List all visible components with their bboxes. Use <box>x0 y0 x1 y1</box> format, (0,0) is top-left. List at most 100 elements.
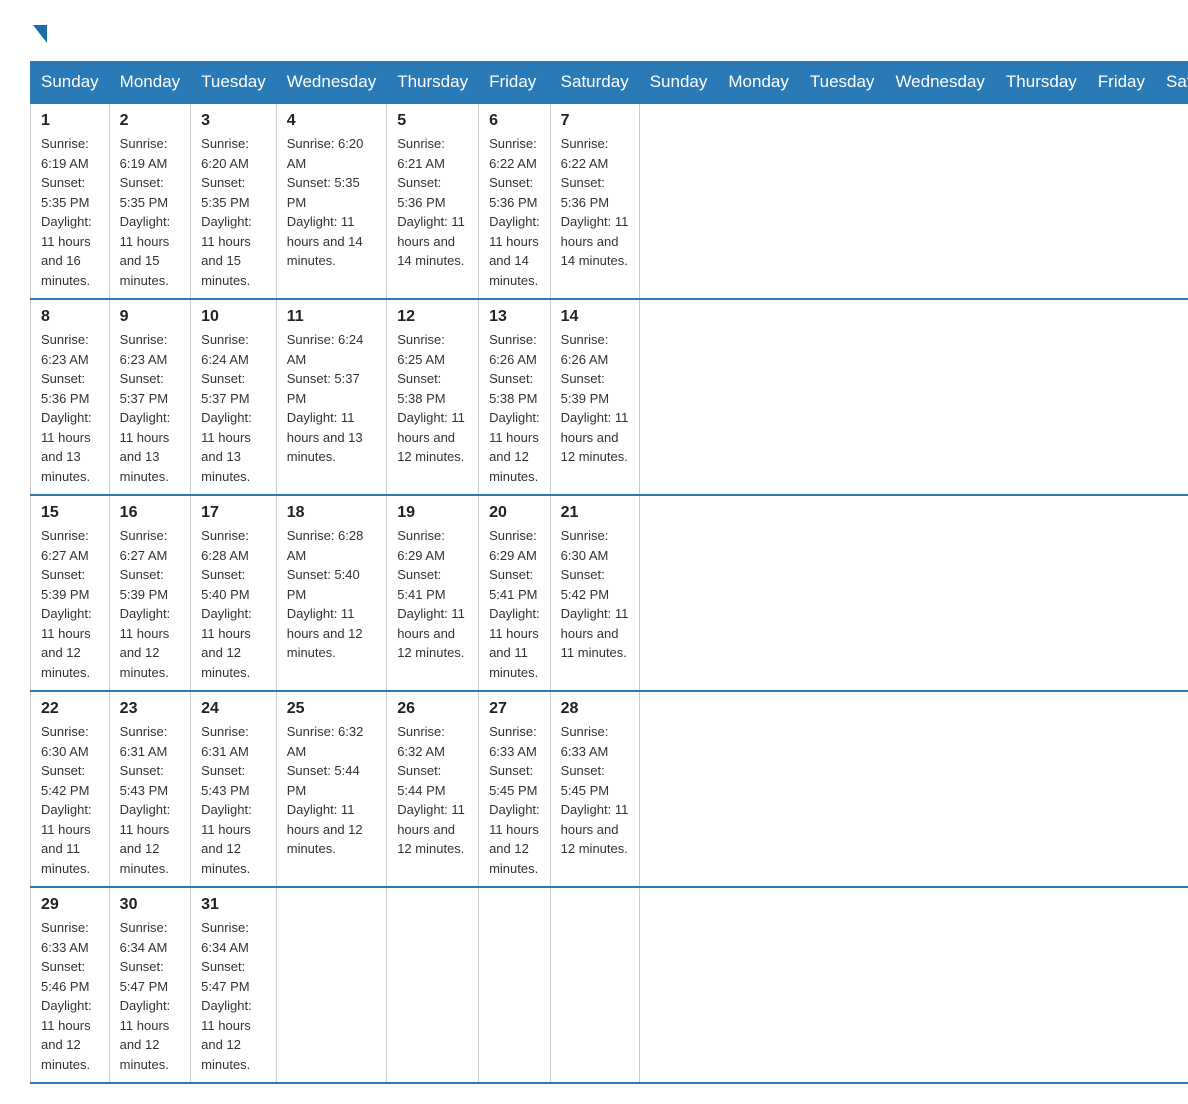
day-info: Sunrise: 6:30 AMSunset: 5:42 PMDaylight:… <box>561 526 629 663</box>
logo <box>30 20 47 43</box>
col-header-tuesday: Tuesday <box>799 62 885 104</box>
calendar-cell: 7Sunrise: 6:22 AMSunset: 5:36 PMDaylight… <box>550 103 639 299</box>
day-number: 27 <box>489 700 540 718</box>
day-info: Sunrise: 6:22 AMSunset: 5:36 PMDaylight:… <box>489 134 540 290</box>
col-header-tuesday: Tuesday <box>191 62 277 104</box>
col-header-monday: Monday <box>718 62 799 104</box>
calendar-cell: 4 Sunrise: 6:20 AMSunset: 5:35 PMDaylight… <box>276 103 386 299</box>
calendar-cell: 21 Sunrise: 6:30 AMSunset: 5:42 PMDayligh… <box>550 495 639 691</box>
calendar-cell: 26Sunrise: 6:32 AMSunset: 5:44 PMDayligh… <box>387 691 479 887</box>
day-info: Sunrise: 6:33 AMSunset: 5:45 PMDaylight:… <box>489 722 540 878</box>
calendar-cell: 19 Sunrise: 6:29 AMSunset: 5:41 PMDayligh… <box>387 495 479 691</box>
calendar-header-row: SundayMondayTuesdayWednesdayThursdayFrid… <box>31 62 1188 104</box>
calendar-cell: 10 Sunrise: 6:24 AMSunset: 5:37 PMDayligh… <box>191 299 277 495</box>
day-info: Sunrise: 6:23 AMSunset: 5:36 PMDaylight:… <box>41 330 99 486</box>
calendar-cell: 11 Sunrise: 6:24 AMSunset: 5:37 PMDayligh… <box>276 299 386 495</box>
day-info: Sunrise: 6:26 AMSunset: 5:39 PMDaylight:… <box>561 330 629 467</box>
col-header-friday: Friday <box>1087 62 1155 104</box>
day-number: 17 <box>201 504 266 522</box>
calendar-cell: 23 Sunrise: 6:31 AMSunset: 5:43 PMDayligh… <box>109 691 190 887</box>
day-number: 15 <box>41 504 99 522</box>
day-number: 30 <box>120 896 180 914</box>
calendar-table: SundayMondayTuesdayWednesdayThursdayFrid… <box>30 61 1188 1084</box>
day-number: 29 <box>41 896 99 914</box>
day-number: 10 <box>201 308 266 326</box>
calendar-cell: 13 Sunrise: 6:26 AMSunset: 5:38 PMDayligh… <box>479 299 551 495</box>
day-number: 6 <box>489 112 540 130</box>
calendar-cell: 6 Sunrise: 6:22 AMSunset: 5:36 PMDaylight… <box>479 103 551 299</box>
logo-arrow-icon <box>33 25 47 43</box>
calendar-cell: 20 Sunrise: 6:29 AMSunset: 5:41 PMDayligh… <box>479 495 551 691</box>
calendar-cell <box>479 887 551 1083</box>
calendar-week-row: 1Sunrise: 6:19 AMSunset: 5:35 PMDaylight… <box>31 103 1188 299</box>
day-info: Sunrise: 6:28 AMSunset: 5:40 PMDaylight:… <box>287 526 376 663</box>
day-info: Sunrise: 6:33 AMSunset: 5:45 PMDaylight:… <box>561 722 629 859</box>
day-info: Sunrise: 6:24 AMSunset: 5:37 PMDaylight:… <box>287 330 376 467</box>
day-info: Sunrise: 6:19 AMSunset: 5:35 PMDaylight:… <box>41 134 99 290</box>
day-info: Sunrise: 6:25 AMSunset: 5:38 PMDaylight:… <box>397 330 468 467</box>
day-number: 3 <box>201 112 266 130</box>
calendar-cell: 18 Sunrise: 6:28 AMSunset: 5:40 PMDayligh… <box>276 495 386 691</box>
calendar-week-row: 29 Sunrise: 6:33 AMSunset: 5:46 PMDayligh… <box>31 887 1188 1083</box>
page-header <box>30 20 1158 43</box>
col-header-wednesday: Wednesday <box>276 62 386 104</box>
day-info: Sunrise: 6:22 AMSunset: 5:36 PMDaylight:… <box>561 134 629 271</box>
day-info: Sunrise: 6:20 AMSunset: 5:35 PMDaylight:… <box>287 134 376 271</box>
col-header-thursday: Thursday <box>387 62 479 104</box>
col-header-friday: Friday <box>479 62 551 104</box>
day-number: 25 <box>287 700 376 718</box>
calendar-cell: 27 Sunrise: 6:33 AMSunset: 5:45 PMDayligh… <box>479 691 551 887</box>
day-info: Sunrise: 6:29 AMSunset: 5:41 PMDaylight:… <box>489 526 540 682</box>
day-info: Sunrise: 6:26 AMSunset: 5:38 PMDaylight:… <box>489 330 540 486</box>
day-info: Sunrise: 6:23 AMSunset: 5:37 PMDaylight:… <box>120 330 180 486</box>
calendar-cell: 16 Sunrise: 6:27 AMSunset: 5:39 PMDayligh… <box>109 495 190 691</box>
col-header-saturday: Saturday <box>550 62 639 104</box>
day-number: 2 <box>120 112 180 130</box>
day-number: 20 <box>489 504 540 522</box>
day-info: Sunrise: 6:31 AMSunset: 5:43 PMDaylight:… <box>120 722 180 878</box>
col-header-sunday: Sunday <box>31 62 110 104</box>
calendar-week-row: 8Sunrise: 6:23 AMSunset: 5:36 PMDaylight… <box>31 299 1188 495</box>
calendar-cell: 24Sunrise: 6:31 AMSunset: 5:43 PMDayligh… <box>191 691 277 887</box>
day-info: Sunrise: 6:34 AMSunset: 5:47 PMDaylight:… <box>201 918 266 1074</box>
day-info: Sunrise: 6:27 AMSunset: 5:39 PMDaylight:… <box>120 526 180 682</box>
day-number: 9 <box>120 308 180 326</box>
col-header-sunday: Sunday <box>639 62 718 104</box>
day-number: 23 <box>120 700 180 718</box>
calendar-cell: 5Sunrise: 6:21 AMSunset: 5:36 PMDaylight… <box>387 103 479 299</box>
day-number: 19 <box>397 504 468 522</box>
day-number: 14 <box>561 308 629 326</box>
day-info: Sunrise: 6:24 AMSunset: 5:37 PMDaylight:… <box>201 330 266 486</box>
col-header-saturday: Saturday <box>1156 62 1188 104</box>
calendar-cell: 17 Sunrise: 6:28 AMSunset: 5:40 PMDayligh… <box>191 495 277 691</box>
day-number: 12 <box>397 308 468 326</box>
day-number: 13 <box>489 308 540 326</box>
day-info: Sunrise: 6:28 AMSunset: 5:40 PMDaylight:… <box>201 526 266 682</box>
calendar-week-row: 22Sunrise: 6:30 AMSunset: 5:42 PMDayligh… <box>31 691 1188 887</box>
calendar-cell <box>276 887 386 1083</box>
calendar-cell: 15Sunrise: 6:27 AMSunset: 5:39 PMDayligh… <box>31 495 110 691</box>
calendar-cell: 29 Sunrise: 6:33 AMSunset: 5:46 PMDayligh… <box>31 887 110 1083</box>
day-number: 4 <box>287 112 376 130</box>
calendar-cell: 1Sunrise: 6:19 AMSunset: 5:35 PMDaylight… <box>31 103 110 299</box>
day-number: 16 <box>120 504 180 522</box>
calendar-cell: 8Sunrise: 6:23 AMSunset: 5:36 PMDaylight… <box>31 299 110 495</box>
day-info: Sunrise: 6:34 AMSunset: 5:47 PMDaylight:… <box>120 918 180 1074</box>
day-number: 21 <box>561 504 629 522</box>
day-number: 11 <box>287 308 376 326</box>
calendar-cell: 31 Sunrise: 6:34 AMSunset: 5:47 PMDayligh… <box>191 887 277 1083</box>
day-number: 18 <box>287 504 376 522</box>
calendar-cell: 3Sunrise: 6:20 AMSunset: 5:35 PMDaylight… <box>191 103 277 299</box>
calendar-cell <box>550 887 639 1083</box>
calendar-cell: 9 Sunrise: 6:23 AMSunset: 5:37 PMDaylight… <box>109 299 190 495</box>
day-info: Sunrise: 6:29 AMSunset: 5:41 PMDaylight:… <box>397 526 468 663</box>
day-info: Sunrise: 6:31 AMSunset: 5:43 PMDaylight:… <box>201 722 266 878</box>
day-number: 26 <box>397 700 468 718</box>
calendar-week-row: 15 Sunrise: 6:27 AMSunset: 5:39 PMDayligh… <box>31 495 1188 691</box>
calendar-cell: 25Sunrise: 6:32 AMSunset: 5:44 PMDayligh… <box>276 691 386 887</box>
calendar-cell <box>387 887 479 1083</box>
day-number: 5 <box>397 112 468 130</box>
day-info: Sunrise: 6:33 AMSunset: 5:46 PMDaylight:… <box>41 918 99 1074</box>
day-number: 31 <box>201 896 266 914</box>
calendar-cell: 22Sunrise: 6:30 AMSunset: 5:42 PMDayligh… <box>31 691 110 887</box>
